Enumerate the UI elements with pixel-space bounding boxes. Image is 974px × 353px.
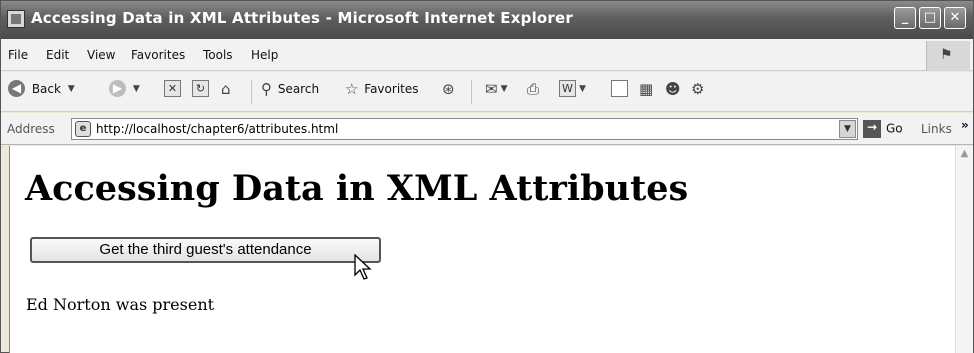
page-heading: Accessing Data in XML Attributes xyxy=(25,168,689,209)
menu-view[interactable]: View xyxy=(87,48,115,62)
back-dropdown-icon[interactable]: ▼ xyxy=(68,84,75,94)
messenger-icon: ☻ xyxy=(665,80,681,98)
stop-icon: ✕ xyxy=(164,80,181,97)
address-url: http://localhost/chapter6/attributes.htm… xyxy=(96,122,339,136)
menu-file[interactable]: File xyxy=(8,48,28,62)
home-button[interactable]: ⌂ xyxy=(221,80,231,104)
get-attendance-button[interactable]: Get the third guest's attendance xyxy=(30,237,381,263)
discuss-icon xyxy=(611,80,628,97)
print-button[interactable]: ⎙ xyxy=(527,80,539,104)
tools-icon: ⚙ xyxy=(691,80,705,98)
forward-dropdown-icon[interactable]: ▼ xyxy=(133,84,140,94)
mail-button[interactable]: ✉ ▼ xyxy=(485,80,508,104)
mouse-cursor-icon xyxy=(354,254,372,280)
media-button[interactable]: ⊛ xyxy=(442,80,455,104)
discuss-button[interactable] xyxy=(611,80,628,104)
edit-dropdown-icon[interactable]: ▼ xyxy=(579,84,586,94)
result-text: Ed Norton was present xyxy=(26,295,215,314)
forward-icon: ▶ xyxy=(109,80,126,97)
research-icon: ▦ xyxy=(639,80,654,98)
go-label: Go xyxy=(886,121,903,136)
minimize-button[interactable]: _ xyxy=(894,7,916,29)
favorites-button[interactable]: ☆ Favorites xyxy=(345,80,419,104)
go-arrow-icon: → xyxy=(863,120,881,138)
home-icon: ⌂ xyxy=(221,80,231,98)
scroll-up-icon[interactable]: ▲ xyxy=(957,148,972,163)
browser-window: Accessing Data in XML Attributes - Micro… xyxy=(0,0,974,353)
links-chevron-icon[interactable]: » xyxy=(961,118,969,132)
maximize-button[interactable]: □ xyxy=(919,7,941,29)
stop-button[interactable]: ✕ xyxy=(164,80,181,104)
favorites-label: Favorites xyxy=(364,82,419,96)
forward-button[interactable]: ▶ ▼ xyxy=(109,80,140,104)
address-bar: Address e http://localhost/chapter6/attr… xyxy=(1,113,973,145)
address-dropdown-icon[interactable]: ▼ xyxy=(839,120,856,138)
address-input[interactable]: e http://localhost/chapter6/attributes.h… xyxy=(71,118,858,140)
mail-dropdown-icon[interactable]: ▼ xyxy=(501,84,508,94)
title-bar[interactable]: Accessing Data in XML Attributes - Micro… xyxy=(1,1,973,39)
page-content: Accessing Data in XML Attributes Get the… xyxy=(9,146,955,353)
toolbar-separator xyxy=(471,80,472,104)
back-label: Back xyxy=(31,81,61,96)
menu-help[interactable]: Help xyxy=(251,48,278,62)
address-label: Address xyxy=(7,122,55,136)
windows-logo: ⚑ xyxy=(926,41,970,71)
standard-toolbar: ◀ Back ▼ ▶ ▼ ✕ ↻ ⌂ ⚲ Search ☆ Favorites … xyxy=(1,72,973,112)
back-button[interactable]: ◀ Back ▼ xyxy=(8,80,75,104)
toolbar-separator xyxy=(251,80,252,104)
search-button[interactable]: ⚲ Search xyxy=(261,80,319,104)
menu-edit[interactable]: Edit xyxy=(46,48,69,62)
research-button[interactable]: ▦ xyxy=(639,80,653,104)
menu-favorites[interactable]: Favorites xyxy=(131,48,185,62)
vertical-scrollbar[interactable]: ▲ xyxy=(955,146,973,353)
links-button[interactable]: Links xyxy=(921,122,952,136)
menu-tools[interactable]: Tools xyxy=(203,48,233,62)
back-icon: ◀ xyxy=(8,80,25,97)
windows-flag-icon: ⚑ xyxy=(940,47,953,63)
messenger-button[interactable]: ☻ xyxy=(665,80,681,104)
edit-word-icon: W xyxy=(559,80,576,97)
page-ie-icon: e xyxy=(75,121,91,137)
search-label: Search xyxy=(277,82,320,96)
favorites-star-icon: ☆ xyxy=(345,80,359,98)
menu-bar: File Edit View Favorites Tools Help xyxy=(1,39,973,71)
mail-icon: ✉ xyxy=(485,80,498,98)
refresh-icon: ↻ xyxy=(192,80,209,97)
ie-app-icon[interactable] xyxy=(7,10,25,28)
edit-button[interactable]: W ▼ xyxy=(559,80,586,104)
media-icon: ⊛ xyxy=(442,80,455,98)
print-icon: ⎙ xyxy=(527,80,540,98)
refresh-button[interactable]: ↻ xyxy=(192,80,209,104)
go-button[interactable]: → Go xyxy=(863,120,903,138)
window-title: Accessing Data in XML Attributes - Micro… xyxy=(31,9,573,27)
tools-button[interactable]: ⚙ xyxy=(691,80,704,104)
search-icon: ⚲ xyxy=(261,80,272,98)
close-button[interactable]: ✕ xyxy=(944,7,966,29)
